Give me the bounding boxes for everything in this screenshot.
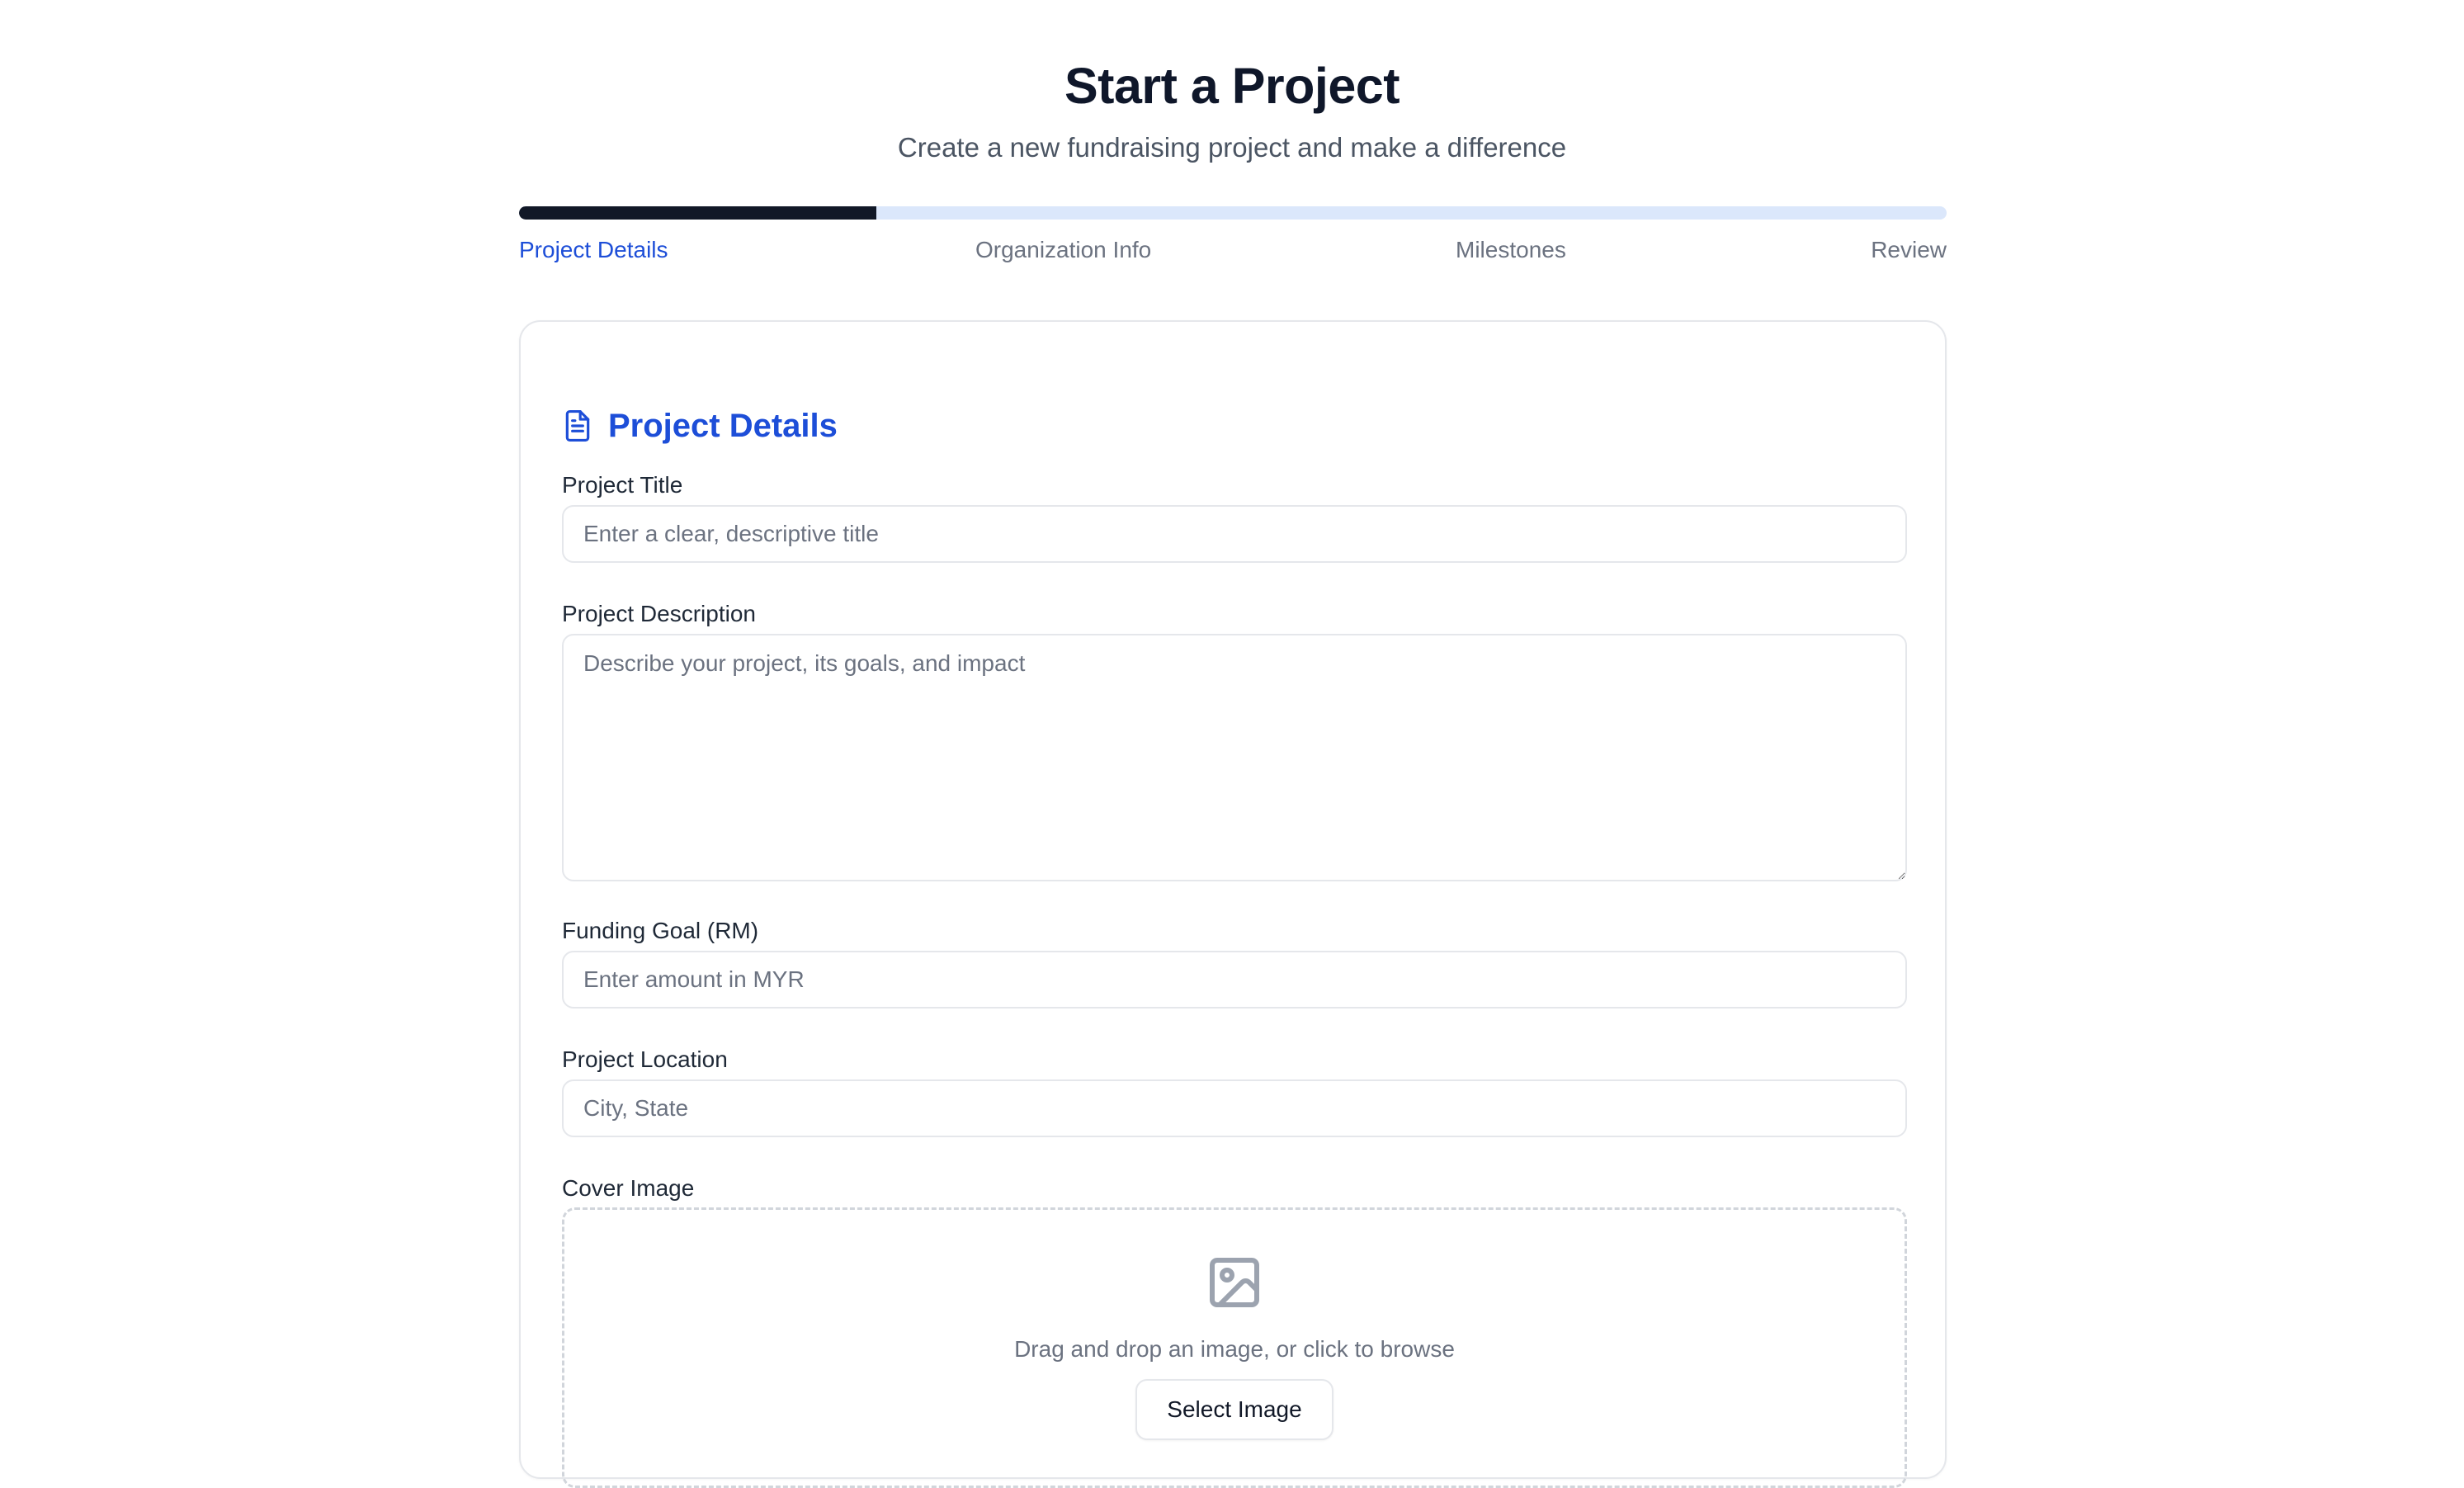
progress-bar-fill: [519, 206, 876, 220]
funding-goal-input[interactable]: [562, 951, 1907, 1009]
step-organization-info[interactable]: Organization Info: [975, 234, 1151, 266]
cover-image-dropzone[interactable]: Drag and drop an image, or click to brow…: [562, 1207, 1907, 1488]
project-description-label: Project Description: [562, 601, 756, 626]
step-project-details[interactable]: Project Details: [519, 234, 668, 266]
step-milestones[interactable]: Milestones: [1456, 234, 1566, 266]
section-header: Project Details: [562, 404, 838, 447]
funding-goal-label: Funding Goal (RM): [562, 918, 759, 943]
cover-image-label: Cover Image: [562, 1175, 695, 1201]
image-icon: [1205, 1253, 1264, 1312]
project-title-label: Project Title: [562, 472, 683, 498]
file-text-icon: [562, 409, 593, 443]
page-title: Start a Project: [1064, 58, 1400, 114]
project-location-input[interactable]: [562, 1079, 1907, 1137]
select-image-button[interactable]: Select Image: [1135, 1379, 1333, 1440]
dropzone-hint: Drag and drop an image, or click to brow…: [1014, 1336, 1455, 1362]
project-location-label: Project Location: [562, 1046, 728, 1072]
page-subtitle: Create a new fundraising project and mak…: [897, 132, 1567, 163]
step-review[interactable]: Review: [1871, 234, 1947, 266]
project-title-input[interactable]: [562, 505, 1907, 563]
page: Start a Project Create a new fundraising…: [0, 0, 2464, 1488]
progress-bar: [519, 206, 1947, 220]
project-details-card: Project Details Project Title Project De…: [519, 320, 1947, 1488]
section-title: Project Details: [608, 408, 838, 444]
project-description-textarea[interactable]: [562, 634, 1907, 881]
